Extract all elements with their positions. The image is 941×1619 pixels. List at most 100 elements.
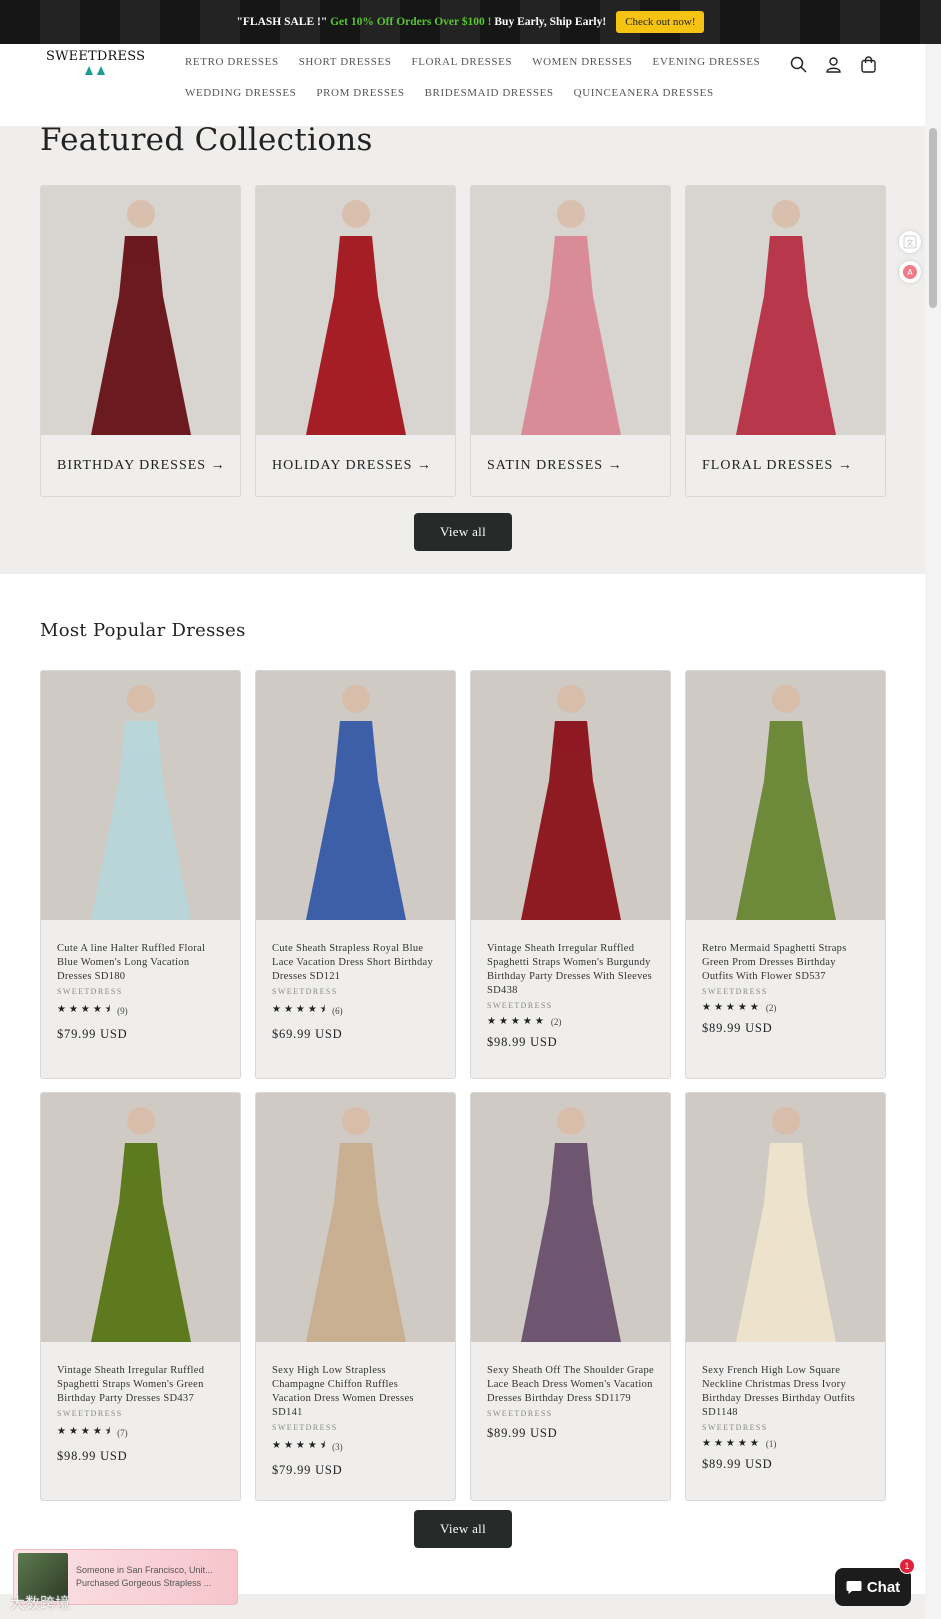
- dress-image-icon: [256, 671, 455, 920]
- rating-count: (2): [765, 1002, 777, 1013]
- product-rating: ★★★★⯨ (7): [57, 1424, 224, 1441]
- product-image[interactable]: [41, 671, 240, 920]
- product-image[interactable]: [256, 671, 455, 920]
- featured-collections-title: Featured Collections: [40, 122, 373, 158]
- product-image[interactable]: [256, 1093, 455, 1342]
- collection-label[interactable]: FLORAL DRESSES →: [686, 435, 885, 496]
- logo[interactable]: SWEETDRESS: [46, 49, 145, 75]
- product-title[interactable]: Sexy High Low Strapless Champagne Chiffo…: [272, 1364, 439, 1420]
- main-nav: RETRO DRESSES SHORT DRESSES FLORAL DRESSES…: [185, 50, 765, 105]
- product-card[interactable]: Sexy French High Low Square Neckline Chr…: [685, 1092, 886, 1501]
- nav-item-women-dresses[interactable]: WOMEN DRESSES: [532, 50, 642, 74]
- product-vendor: SWEETDRESS: [272, 1423, 338, 1432]
- product-info: Sexy French High Low Square Neckline Chr…: [686, 1342, 885, 1472]
- product-vendor: SWEETDRESS: [272, 987, 338, 996]
- rating-count: (3): [332, 1441, 343, 1452]
- product-price: $89.99 USD: [702, 1021, 773, 1035]
- rating-stars-icon: ★★★★⯨: [272, 1440, 329, 1451]
- rating-count: (9): [117, 1005, 128, 1016]
- most-popular-title: Most Popular Dresses: [40, 620, 246, 641]
- account-icon[interactable]: [823, 54, 843, 74]
- product-vendor: SWEETDRESS: [57, 1409, 123, 1418]
- dress-image-icon: [686, 186, 885, 435]
- nav-item-quinceanera-dresses[interactable]: QUINCEANERA DRESSES: [574, 81, 724, 105]
- product-card[interactable]: Sexy High Low Strapless Champagne Chiffo…: [255, 1092, 456, 1501]
- dress-image-icon: [471, 671, 670, 920]
- notification-line-1: Someone in San Francisco, Unit...: [76, 1565, 213, 1575]
- product-vendor: SWEETDRESS: [702, 1423, 768, 1432]
- collection-image: [471, 186, 670, 435]
- collection-label[interactable]: BIRTHDAY DRESSES →: [41, 435, 240, 496]
- chat-unread-badge: 1: [899, 1558, 915, 1574]
- chat-button[interactable]: Chat: [835, 1568, 911, 1606]
- product-price: $89.99 USD: [487, 1426, 558, 1440]
- view-all-collections-button[interactable]: View all: [414, 513, 512, 551]
- nav-item-wedding-dresses[interactable]: WEDDING DRESSES: [185, 81, 306, 105]
- nav-item-prom-dresses[interactable]: PROM DRESSES: [316, 81, 414, 105]
- language-icon[interactable]: A: [899, 261, 921, 283]
- dress-image-icon: [686, 671, 885, 920]
- rating-stars-icon: ★★★★★: [702, 1438, 762, 1449]
- check-out-now-button[interactable]: Check out now!: [616, 11, 705, 33]
- page-scrollbar[interactable]: [925, 44, 941, 1619]
- product-card[interactable]: Vintage Sheath Irregular Ruffled Spaghet…: [40, 1092, 241, 1501]
- product-image[interactable]: [41, 1093, 240, 1342]
- cart-icon[interactable]: [858, 54, 878, 74]
- chat-bubble-icon: [846, 1580, 862, 1594]
- product-card[interactable]: Vintage Sheath Irregular Ruffled Spaghet…: [470, 670, 671, 1079]
- logo-mark-icon: [46, 66, 144, 75]
- rating-stars-icon: ★★★★⯨: [57, 1426, 114, 1437]
- product-price: $98.99 USD: [487, 1035, 558, 1049]
- dress-image-icon: [41, 186, 240, 435]
- rating-count: (6): [332, 1005, 343, 1016]
- nav-item-bridesmaid-dresses[interactable]: BRIDESMAID DRESSES: [425, 81, 564, 105]
- product-title[interactable]: Retro Mermaid Spaghetti Straps Green Pro…: [702, 942, 869, 984]
- nav-item-evening-dresses[interactable]: EVENING DRESSES: [653, 50, 771, 74]
- collections-grid: BIRTHDAY DRESSES → HOLIDAY DRESSES → SATIN…: [40, 185, 886, 497]
- site-header: SWEETDRESS RETRO DRESSES SHORT DRESSES FLO…: [0, 44, 925, 126]
- product-rating: ★★★★★ (2): [487, 1016, 654, 1027]
- dress-image-icon: [471, 1093, 670, 1342]
- product-title[interactable]: Sexy French High Low Square Neckline Chr…: [702, 1364, 869, 1420]
- view-all-products-button[interactable]: View all: [414, 1510, 512, 1548]
- product-image[interactable]: [471, 1093, 670, 1342]
- nav-item-retro-dresses[interactable]: RETRO DRESSES: [185, 50, 289, 74]
- product-price: $89.99 USD: [702, 1457, 773, 1471]
- collection-card[interactable]: SATIN DRESSES →: [470, 185, 671, 497]
- product-rating: ★★★★★ (2): [702, 1002, 869, 1013]
- nav-item-floral-dresses[interactable]: FLORAL DRESSES: [412, 50, 523, 74]
- rating-count: (7): [117, 1427, 128, 1438]
- product-card[interactable]: Retro Mermaid Spaghetti Straps Green Pro…: [685, 670, 886, 1079]
- announcement-suffix: Buy Early, Ship Early!: [494, 16, 607, 28]
- product-card[interactable]: Cute A line Halter Ruffled Floral Blue W…: [40, 670, 241, 1079]
- product-price: $79.99 USD: [272, 1463, 343, 1477]
- collection-card[interactable]: BIRTHDAY DRESSES →: [40, 185, 241, 497]
- collection-image: [686, 186, 885, 435]
- announcement-highlight: Get 10% Off Orders Over $100 !: [330, 16, 492, 28]
- collection-card[interactable]: FLORAL DRESSES →: [685, 185, 886, 497]
- translate-icon[interactable]: 文: [899, 231, 921, 253]
- product-info: Vintage Sheath Irregular Ruffled Spaghet…: [471, 920, 670, 1050]
- product-image[interactable]: [686, 671, 885, 920]
- product-card[interactable]: Cute Sheath Strapless Royal Blue Lace Va…: [255, 670, 456, 1079]
- product-vendor: SWEETDRESS: [57, 987, 123, 996]
- header-icons: [788, 54, 878, 74]
- product-title[interactable]: Cute A line Halter Ruffled Floral Blue W…: [57, 942, 224, 984]
- scrollbar-thumb[interactable]: [929, 128, 937, 308]
- watermark-text: 大数跨境: [10, 1594, 71, 1612]
- product-title[interactable]: Vintage Sheath Irregular Ruffled Spaghet…: [487, 942, 654, 998]
- product-title[interactable]: Cute Sheath Strapless Royal Blue Lace Va…: [272, 942, 439, 984]
- product-image[interactable]: [471, 671, 670, 920]
- product-vendor: SWEETDRESS: [487, 1001, 553, 1010]
- collection-label[interactable]: SATIN DRESSES →: [471, 435, 670, 496]
- product-title[interactable]: Sexy Sheath Off The Shoulder Grape Lace …: [487, 1364, 654, 1406]
- collection-label[interactable]: HOLIDAY DRESSES →: [256, 435, 455, 496]
- product-title[interactable]: Vintage Sheath Irregular Ruffled Spaghet…: [57, 1364, 224, 1406]
- product-card[interactable]: Sexy Sheath Off The Shoulder Grape Lace …: [470, 1092, 671, 1501]
- nav-item-short-dresses[interactable]: SHORT DRESSES: [299, 50, 402, 74]
- announcement-text: "FLASH SALE !" Get 10% Off Orders Over $…: [237, 16, 607, 28]
- search-icon[interactable]: [788, 54, 808, 74]
- rating-count: (1): [765, 1438, 777, 1449]
- product-image[interactable]: [686, 1093, 885, 1342]
- collection-card[interactable]: HOLIDAY DRESSES →: [255, 185, 456, 497]
